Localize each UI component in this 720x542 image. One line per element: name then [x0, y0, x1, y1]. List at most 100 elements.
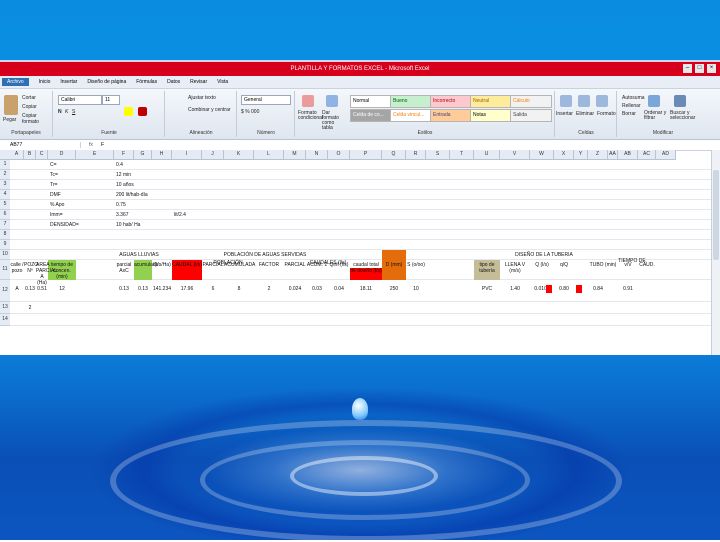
row-header[interactable]: 5 [0, 200, 10, 210]
column-header[interactable]: O [328, 150, 350, 160]
column-header[interactable]: AD [656, 150, 676, 160]
clear-button[interactable]: Borrar [622, 111, 636, 117]
data-cell[interactable]: 141.234 [152, 286, 172, 292]
sort-filter-button[interactable]: Ordenar y filtrar [644, 111, 668, 121]
format-painter-button[interactable]: Copiar formato [22, 113, 52, 125]
paste-button[interactable]: Pegar [3, 117, 16, 123]
column-header[interactable]: U [474, 150, 500, 160]
format-cells-button[interactable]: Formato [597, 111, 616, 117]
data-cell[interactable]: 0.04 [328, 286, 350, 292]
column-header[interactable]: Q [382, 150, 406, 160]
column-header[interactable]: J [202, 150, 224, 160]
insert-cells-icon[interactable] [560, 95, 572, 107]
row-header[interactable]: 13 [0, 302, 10, 314]
row-header[interactable]: 14 [0, 314, 10, 326]
cell-style-swatch[interactable]: Celda vincul... [390, 109, 432, 122]
column-header[interactable]: Z [588, 150, 608, 160]
tab-home[interactable]: Inicio [39, 79, 51, 85]
column-header[interactable]: V [500, 150, 530, 160]
tab-data[interactable]: Datos [167, 79, 180, 85]
underline-icon[interactable]: S [72, 109, 75, 115]
name-box[interactable]: AB77 [0, 142, 81, 148]
column-header[interactable]: I [172, 150, 202, 160]
param-label[interactable]: DENSIDAD= [50, 222, 79, 228]
column-header[interactable]: K [224, 150, 254, 160]
column-header[interactable]: F [114, 150, 134, 160]
cut-button[interactable]: Cortar [22, 95, 36, 101]
row-header[interactable]: 6 [0, 210, 10, 220]
data-cell[interactable]: 12 [48, 286, 76, 292]
tab-view[interactable]: Vista [217, 79, 228, 85]
data-cell[interactable]: 0.024 [284, 286, 306, 292]
column-header[interactable]: P [350, 150, 382, 160]
bold-icon[interactable]: N [58, 109, 62, 115]
column-header[interactable]: H [152, 150, 172, 160]
column-header[interactable]: E [76, 150, 114, 160]
conditional-format-button[interactable]: Formato condicional [298, 111, 323, 121]
param-value[interactable]: 10 años [116, 182, 134, 188]
tab-formulas[interactable]: Fórmulas [136, 79, 157, 85]
maximize-button[interactable]: □ [695, 64, 704, 73]
data-cell[interactable]: 2 [254, 286, 284, 292]
param-value[interactable]: 0.4 [116, 162, 123, 168]
format-table-button[interactable]: Dar formato como tabla [322, 111, 346, 131]
conditional-format-icon[interactable] [302, 95, 314, 107]
fx-icon[interactable]: fx [81, 142, 101, 148]
delete-cells-button[interactable]: Eliminar [576, 111, 594, 117]
column-header[interactable]: W [530, 150, 554, 160]
row-header[interactable]: 8 [0, 230, 10, 240]
wrap-text-button[interactable]: Ajustar texto [188, 95, 216, 101]
row-header[interactable]: 1 [0, 160, 10, 170]
column-header[interactable]: S [426, 150, 450, 160]
param-label[interactable]: Tr= [50, 182, 57, 188]
font-name-select[interactable]: Calibri [58, 95, 102, 105]
copy-button[interactable]: Copiar [22, 104, 37, 110]
cell-style-swatch[interactable]: Notas [470, 109, 512, 122]
fill-color-icon[interactable] [124, 107, 133, 116]
insert-cells-button[interactable]: Insertar [556, 111, 573, 117]
sort-filter-icon[interactable] [648, 95, 660, 107]
param-value[interactable]: 10 hab/ Ha [116, 222, 140, 228]
row-header[interactable]: 10 [0, 250, 10, 260]
find-select-button[interactable]: Buscar y seleccionar [670, 111, 698, 121]
row-header[interactable]: 9 [0, 240, 10, 250]
cell-style-swatch[interactable]: Normal [350, 95, 392, 108]
delete-cells-icon[interactable] [578, 95, 590, 107]
paste-icon[interactable] [4, 95, 18, 115]
row13-pozo[interactable]: 2 [24, 305, 36, 311]
data-cell[interactable]: 0.13 [24, 286, 36, 292]
column-header[interactable]: M [284, 150, 306, 160]
cell-style-swatch[interactable]: Salida [510, 109, 552, 122]
cell-style-swatch[interactable]: Celda de co... [350, 109, 392, 122]
param-extra[interactable]: lit/2.4 [174, 212, 186, 218]
format-cells-icon[interactable] [596, 95, 608, 107]
tab-review[interactable]: Revisar [190, 79, 207, 85]
param-label[interactable]: Imm= [50, 212, 63, 218]
data-cell[interactable]: 0.84 [588, 286, 608, 292]
fill-button[interactable]: Rellenar [622, 103, 641, 109]
data-cell[interactable]: 0.91 [618, 286, 638, 292]
column-header[interactable]: AA [608, 150, 618, 160]
data-cell[interactable]: A [10, 286, 24, 292]
vertical-scrollbar[interactable] [711, 150, 720, 355]
font-color-icon[interactable] [138, 107, 147, 116]
data-cell[interactable]: 17.96 [172, 286, 202, 292]
close-button[interactable]: × [707, 64, 716, 73]
column-header[interactable]: Y [574, 150, 588, 160]
column-header[interactable]: L [254, 150, 284, 160]
param-label[interactable]: C= [50, 162, 57, 168]
formula-input[interactable]: F [101, 142, 104, 148]
row-header[interactable]: 4 [0, 190, 10, 200]
column-header[interactable]: AB [618, 150, 638, 160]
column-header[interactable]: A [10, 150, 24, 160]
cell-style-swatch[interactable]: Bueno [390, 95, 432, 108]
scrollbar-thumb[interactable] [713, 170, 719, 260]
param-label[interactable]: % Apo [50, 202, 64, 208]
param-label[interactable]: Tc= [50, 172, 58, 178]
data-cell[interactable]: 0.51 [36, 286, 48, 292]
row-header[interactable]: 7 [0, 220, 10, 230]
minimize-button[interactable]: – [683, 64, 692, 73]
column-header[interactable]: X [554, 150, 574, 160]
column-header[interactable]: C [36, 150, 48, 160]
cell-style-swatch[interactable]: Incorrecto [430, 95, 472, 108]
